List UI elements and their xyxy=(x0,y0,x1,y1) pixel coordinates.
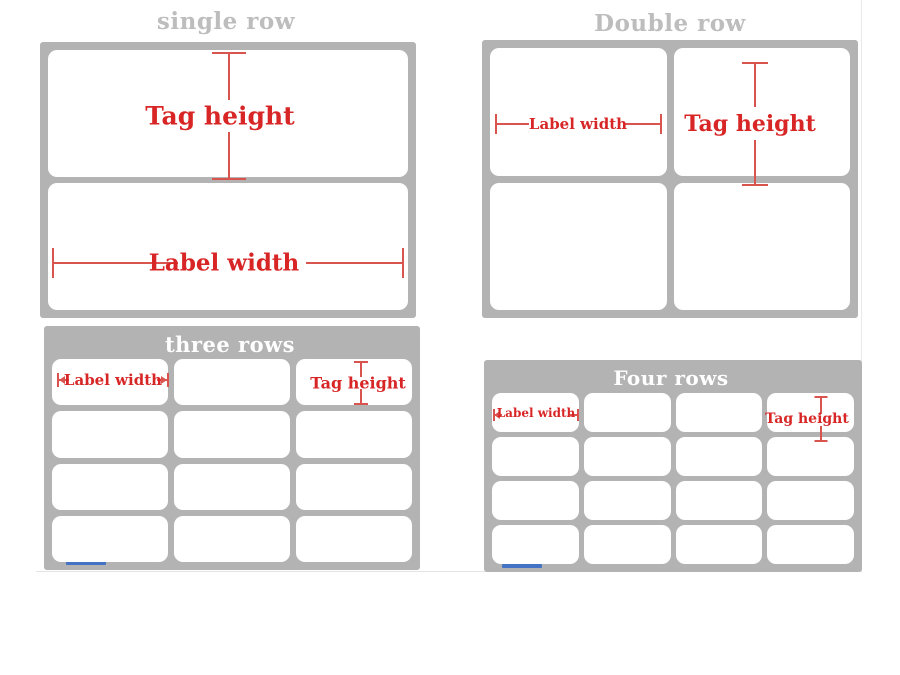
label-cell[interactable] xyxy=(583,525,671,564)
dimension-cap-right xyxy=(167,373,169,387)
label-cell[interactable] xyxy=(583,437,671,476)
dimension-cap-right xyxy=(402,248,404,278)
dimension-cap-right xyxy=(577,409,579,421)
label-cell[interactable] xyxy=(767,437,854,476)
panel-three-rows: three rows Label width Tag height xyxy=(40,326,420,574)
label-cell[interactable] xyxy=(296,515,412,562)
label-cell[interactable] xyxy=(296,463,412,510)
label-cell[interactable] xyxy=(675,437,763,476)
panel-title-four-rows: Four rows xyxy=(613,366,729,390)
panel-four-rows: Four rows Label width Tag height xyxy=(480,360,862,574)
tag-height-label: Tag height xyxy=(310,373,406,393)
label-cell[interactable] xyxy=(48,183,408,310)
dimension-cap-bottom xyxy=(212,178,246,180)
label-cell[interactable] xyxy=(296,411,412,458)
label-cell[interactable] xyxy=(767,481,854,520)
dimension-line-upper xyxy=(754,62,756,107)
dimension-line-right xyxy=(624,123,662,125)
label-cell[interactable] xyxy=(675,481,763,520)
label-cell[interactable] xyxy=(767,525,854,564)
label-grid-double-row xyxy=(490,48,850,310)
dimension-cap-bottom xyxy=(354,403,368,405)
label-width-label: Label width xyxy=(63,371,163,389)
sheet-marker-bar xyxy=(502,564,542,568)
label-cell[interactable] xyxy=(583,393,671,432)
label-cell[interactable] xyxy=(675,393,763,432)
panel-title-three-rows: three rows xyxy=(164,332,296,357)
dimension-cap-bottom xyxy=(742,184,768,186)
label-width-label: Label width xyxy=(148,249,300,277)
panel-title-single-row: single row xyxy=(156,8,296,35)
label-cell[interactable] xyxy=(52,515,168,562)
dimension-line-lower xyxy=(228,132,230,180)
label-cell[interactable] xyxy=(492,525,579,564)
panel-title-double-row: Double row xyxy=(594,10,746,37)
label-cell[interactable] xyxy=(490,48,667,176)
label-cell[interactable] xyxy=(52,411,168,458)
label-cell[interactable] xyxy=(490,182,667,310)
label-cell[interactable] xyxy=(492,437,579,476)
tag-height-label: Tag height xyxy=(145,101,295,131)
label-cell[interactable] xyxy=(675,525,763,564)
label-width-label: Label width xyxy=(496,406,576,420)
label-cell[interactable] xyxy=(492,481,579,520)
dimension-line-right xyxy=(306,262,404,264)
label-cell[interactable] xyxy=(174,463,290,510)
dimension-cap-bottom xyxy=(814,440,828,442)
panel-single-row: single row Tag height Label width xyxy=(36,8,416,318)
tag-height-label: Tag height xyxy=(765,411,849,427)
dimension-cap-right xyxy=(660,114,662,134)
diagram-page: single row Tag height Label width Double… xyxy=(0,0,900,675)
label-cell[interactable] xyxy=(583,481,671,520)
label-width-label: Label width xyxy=(528,115,628,133)
dimension-line-left xyxy=(495,123,529,125)
label-cell[interactable] xyxy=(174,411,290,458)
label-cell[interactable] xyxy=(52,463,168,510)
dimension-line-lower xyxy=(754,140,756,186)
dimension-line-upper xyxy=(228,52,230,100)
label-cell[interactable] xyxy=(174,359,290,406)
tag-height-label: Tag height xyxy=(684,111,816,137)
label-cell[interactable] xyxy=(673,182,850,310)
label-cell[interactable] xyxy=(174,515,290,562)
panel-double-row: Double row Label width Tag height xyxy=(478,10,862,318)
